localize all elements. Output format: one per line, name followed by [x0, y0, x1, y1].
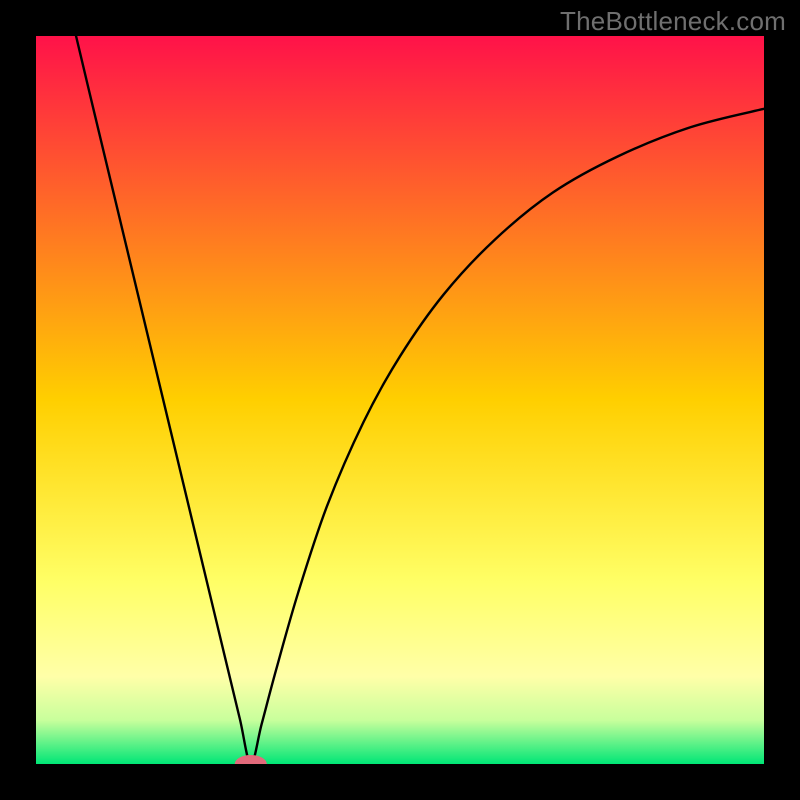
chart-frame: TheBottleneck.com — [0, 0, 800, 800]
watermark-text: TheBottleneck.com — [560, 6, 786, 37]
plot-area — [36, 36, 764, 764]
gradient-background — [36, 36, 764, 764]
chart-svg — [36, 36, 764, 764]
